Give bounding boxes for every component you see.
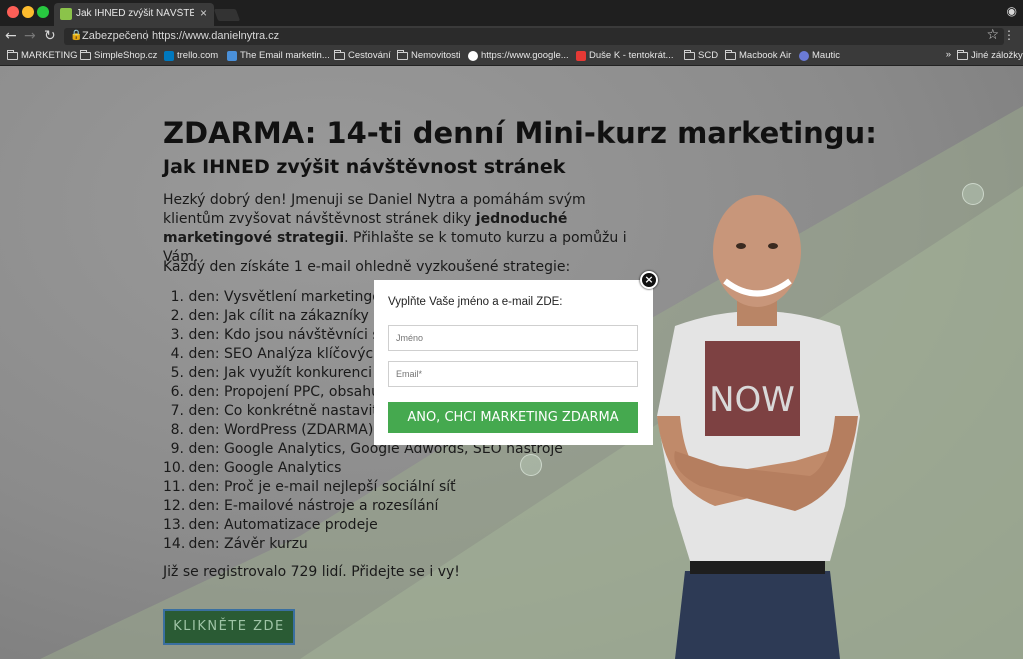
mautic-icon xyxy=(799,50,809,61)
minimize-window-button[interactable] xyxy=(22,6,34,18)
forward-arrow-icon[interactable]: → xyxy=(24,28,36,44)
modal-prompt: Vyplňte Vaše jméno a e-mail ZDE: xyxy=(388,296,563,308)
list-item: 10. den: Google Analytics xyxy=(163,460,342,476)
new-tab-button[interactable] xyxy=(213,9,241,21)
google-icon xyxy=(468,50,478,61)
security-label: Zabezpečeno xyxy=(82,30,149,42)
submit-button[interactable]: ANO, CHCI MARKETING ZDARMA xyxy=(388,402,638,433)
shirt-print-text: NOW xyxy=(709,380,795,420)
decorative-dot xyxy=(962,183,984,205)
list-item: 14. den: Závěr kurzu xyxy=(163,536,308,552)
signup-modal: Vyplňte Vaše jméno a e-mail ZDE: ANO, CH… xyxy=(374,280,653,445)
bookmark-item[interactable]: MARKETING xyxy=(7,49,77,61)
close-window-button[interactable] xyxy=(7,6,19,18)
browser-toolbar: ← → ↻ 🔒 Zabezpečeno | https://www.daniel… xyxy=(0,26,1023,47)
folder-icon xyxy=(397,49,408,60)
other-bookmarks[interactable]: Jiné záložky xyxy=(957,49,1023,61)
address-separator: | xyxy=(145,29,148,41)
bookmark-item[interactable]: Nemovitosti xyxy=(397,49,461,61)
registration-count-text: Již se registrovalo 729 lidí. Přidejte s… xyxy=(163,564,460,580)
folder-icon xyxy=(7,49,18,60)
lock-icon: 🔒 xyxy=(70,30,83,41)
tab-title: Jak IHNED zvýšit NÁVŠTĚVNOS xyxy=(76,8,194,19)
bookmarks-bar: MARKETING SimpleShop.cz trello.com The E… xyxy=(0,47,1023,66)
modal-close-icon[interactable]: × xyxy=(640,271,658,289)
list-item: 11. den: Proč je e-mail nejlepší sociáln… xyxy=(163,479,456,495)
bookmark-item[interactable]: Mautic xyxy=(799,50,840,61)
list-item: 13. den: Automatizace prodeje xyxy=(163,517,378,533)
tab-close-icon[interactable]: × xyxy=(200,6,207,20)
bookmark-item[interactable]: Macbook Air xyxy=(725,49,791,61)
url-text[interactable]: https://www.danielnytra.cz xyxy=(152,30,279,42)
folder-icon xyxy=(725,49,736,60)
page-title: ZDARMA: 14-ti denní Mini-kurz marketingu… xyxy=(163,116,877,150)
youtube-icon xyxy=(576,50,586,61)
site-favicon-icon xyxy=(60,8,72,20)
bookmark-item[interactable]: trello.com xyxy=(164,50,218,61)
bookmark-item[interactable]: https://www.google... xyxy=(468,50,569,61)
tab-bar: Jak IHNED zvýšit NÁVŠTĚVNOS × ◉ xyxy=(0,0,1023,26)
folder-icon xyxy=(684,49,695,60)
active-tab[interactable]: Jak IHNED zvýšit NÁVŠTĚVNOS × xyxy=(54,3,214,26)
trello-icon xyxy=(164,50,174,61)
bookmark-item[interactable]: The Email marketin... xyxy=(227,50,330,61)
page-subtitle: Jak IHNED zvýšit návštěvnost stránek xyxy=(163,156,566,178)
maximize-window-button[interactable] xyxy=(37,6,49,18)
name-input[interactable] xyxy=(388,325,638,351)
address-bar[interactable]: 🔒 Zabezpečeno | https://www.danielnytra.… xyxy=(64,28,1004,45)
bookmark-item[interactable]: Cestování xyxy=(334,49,391,61)
list-item: 12. den: E-mailové nástroje a rozesílání xyxy=(163,498,439,514)
email-input[interactable] xyxy=(388,361,638,387)
intro-paragraph: Hezký dobrý den! Jmenuji se Daniel Nytra… xyxy=(163,192,627,265)
bookmarks-overflow-icon[interactable]: » xyxy=(946,49,951,60)
author-photo: NOW xyxy=(657,195,860,659)
folder-icon xyxy=(957,49,968,60)
bookmark-item[interactable]: SCD xyxy=(684,49,718,61)
click-here-button[interactable]: KLIKNĚTE ZDE xyxy=(163,609,295,645)
reload-icon[interactable]: ↻ xyxy=(44,28,56,44)
bookmark-item[interactable]: SimpleShop.cz xyxy=(80,49,157,61)
profile-icon[interactable]: ◉ xyxy=(1007,4,1017,18)
menu-icon[interactable]: ⋮ xyxy=(1003,28,1015,42)
daily-intro: Každý den získáte 1 e-mail ohledně vyzko… xyxy=(163,259,571,275)
folder-icon xyxy=(334,49,345,60)
page-content: ZDARMA: 14-ti denní Mini-kurz marketingu… xyxy=(0,66,1023,659)
bookmark-star-icon[interactable]: ☆ xyxy=(986,27,999,43)
back-arrow-icon[interactable]: ← xyxy=(5,28,17,44)
folder-icon xyxy=(80,49,91,60)
site-icon xyxy=(227,50,237,61)
bookmark-item[interactable]: Duše K - tentokrát... xyxy=(576,50,673,61)
